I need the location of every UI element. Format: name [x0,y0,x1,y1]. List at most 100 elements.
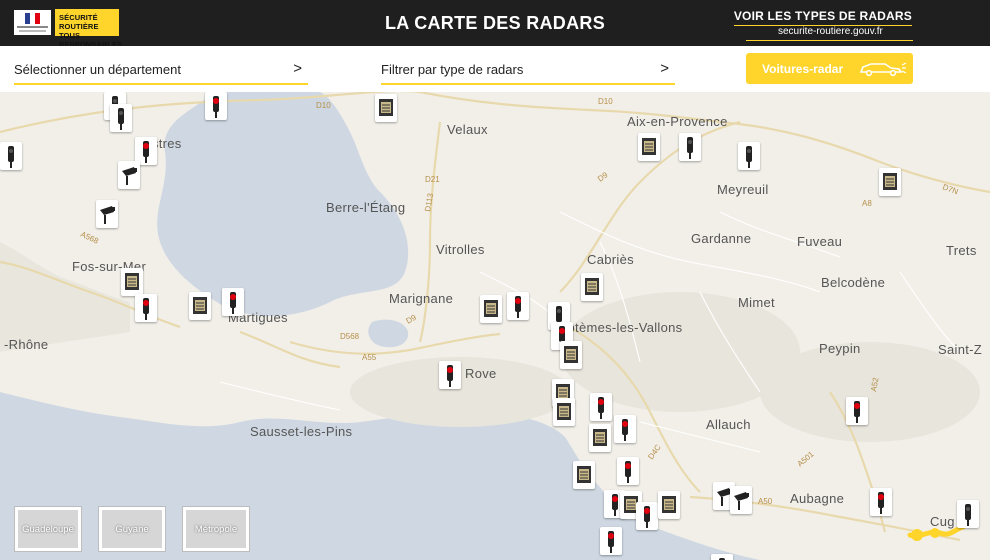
place-label: Saint-Z [938,342,983,357]
camera-radar-icon [100,206,115,224]
radar-marker[interactable] [846,397,868,425]
territory-guadeloupe[interactable]: Guadeloupe [15,507,81,551]
radar-marker[interactable] [590,393,612,421]
radar-marker[interactable] [589,424,611,452]
red-light-radar-icon [608,531,614,553]
site-url[interactable]: securite-routiere.gouv.fr [778,26,883,37]
radar-panel-icon [484,300,498,317]
radar-marker[interactable] [121,268,143,296]
radar-type-select[interactable]: Filtrer par type de radars > [381,58,675,85]
camera-radar-icon [122,167,137,185]
radar-marker[interactable] [879,168,901,196]
radar-panel-icon [564,346,578,363]
place-label: Berre-l'Étang [326,200,406,215]
radar-marker[interactable] [0,142,22,170]
voitures-radar-button[interactable]: Voitures-radar [746,53,913,84]
chevron-right-icon: > [293,60,302,77]
fixed-radar-icon [719,558,725,560]
radar-marker[interactable] [507,292,529,320]
radar-marker[interactable] [957,500,979,528]
fixed-radar-icon [118,108,124,130]
radar-marker[interactable] [189,292,211,320]
radar-panel-icon [662,496,676,513]
place-label: Velaux [447,122,488,137]
department-select[interactable]: Sélectionner un département > [14,58,308,85]
radar-marker[interactable] [600,527,622,555]
fixed-radar-icon [8,146,14,168]
radar-panel-icon [557,403,571,420]
red-light-radar-icon [447,365,453,387]
site-underline [746,40,913,41]
place-label: Allauch [706,417,751,432]
radar-marker[interactable] [581,273,603,301]
radar-marker[interactable] [617,457,639,485]
place-label: Trets [946,243,977,258]
red-light-radar-icon [644,506,650,528]
red-light-radar-icon [515,296,521,318]
radar-marker[interactable] [638,133,660,161]
red-light-radar-icon [598,397,604,419]
camera-radar-icon [734,492,749,510]
territory-guyane[interactable]: Guyane [99,507,165,551]
radar-marker[interactable] [118,161,140,189]
place-label: Gardanne [691,231,752,246]
red-light-radar-icon [625,461,631,483]
voitures-radar-label: Voitures-radar [762,62,844,76]
radar-marker[interactable] [135,294,157,322]
svg-text:D10: D10 [316,101,331,110]
radar-marker[interactable] [110,104,132,132]
radar-marker[interactable] [658,491,680,519]
radar-marker[interactable] [439,361,461,389]
svg-text:A8: A8 [862,199,872,208]
red-light-radar-icon [854,401,860,423]
place-label: Vitrolles [436,242,485,257]
radar-type-select-label: Filtrer par type de radars [381,62,524,77]
radar-marker[interactable] [222,288,244,316]
radar-marker[interactable] [738,142,760,170]
territory-metropole[interactable]: Métropole [183,507,249,551]
radar-panel-icon [577,466,591,483]
red-light-radar-icon [213,96,219,118]
radar-panel-icon [193,297,207,314]
svg-text:A50: A50 [758,497,773,506]
radar-marker[interactable] [205,92,227,120]
place-label: Mimet [738,295,775,310]
radar-marker[interactable] [614,415,636,443]
fixed-radar-icon [687,137,693,159]
radar-panel-icon [585,278,599,295]
radar-marker[interactable] [573,461,595,489]
red-light-radar-icon [230,292,236,314]
radar-marker[interactable] [553,398,575,426]
red-light-radar-icon [878,492,884,514]
red-light-radar-icon [143,298,149,320]
top-header: SÉCURITÉ ROUTIÈRE TOUS RESPONSABLES LA CA… [0,0,990,49]
place-label: Aubagne [790,491,845,506]
radar-marker[interactable] [870,488,892,516]
radar-marker[interactable] [711,554,733,560]
radar-marker[interactable] [730,486,752,514]
radar-car-icon [859,62,907,77]
red-light-radar-icon [622,419,628,441]
department-select-label: Sélectionner un département [14,62,181,77]
radar-panel-icon [125,273,139,290]
radar-marker[interactable] [375,94,397,122]
voiture-radar-route[interactable] [905,517,965,547]
radar-marker[interactable] [560,341,582,369]
svg-text:D10: D10 [598,97,613,106]
radar-types-link[interactable]: VOIR LES TYPES DE RADARS [733,9,912,26]
radar-panel-icon [642,138,656,155]
place-label: Meyreuil [717,182,769,197]
fixed-radar-icon [746,146,752,168]
radar-marker[interactable] [679,133,701,161]
radar-panel-icon [379,99,393,116]
place-label: Rove [465,366,497,381]
radar-marker[interactable] [636,502,658,530]
radar-marker[interactable] [480,295,502,323]
svg-text:D21: D21 [425,175,440,184]
radar-marker[interactable] [96,200,118,228]
radar-panel-icon [883,173,897,190]
place-label: Aix-en-Provence [627,114,728,129]
fixed-radar-icon [965,504,971,526]
place-label: Marignane [389,291,454,306]
radar-map[interactable]: D10 D10 D21 D113 D9 A8 D7N A568 D9 D568 … [0,92,990,560]
